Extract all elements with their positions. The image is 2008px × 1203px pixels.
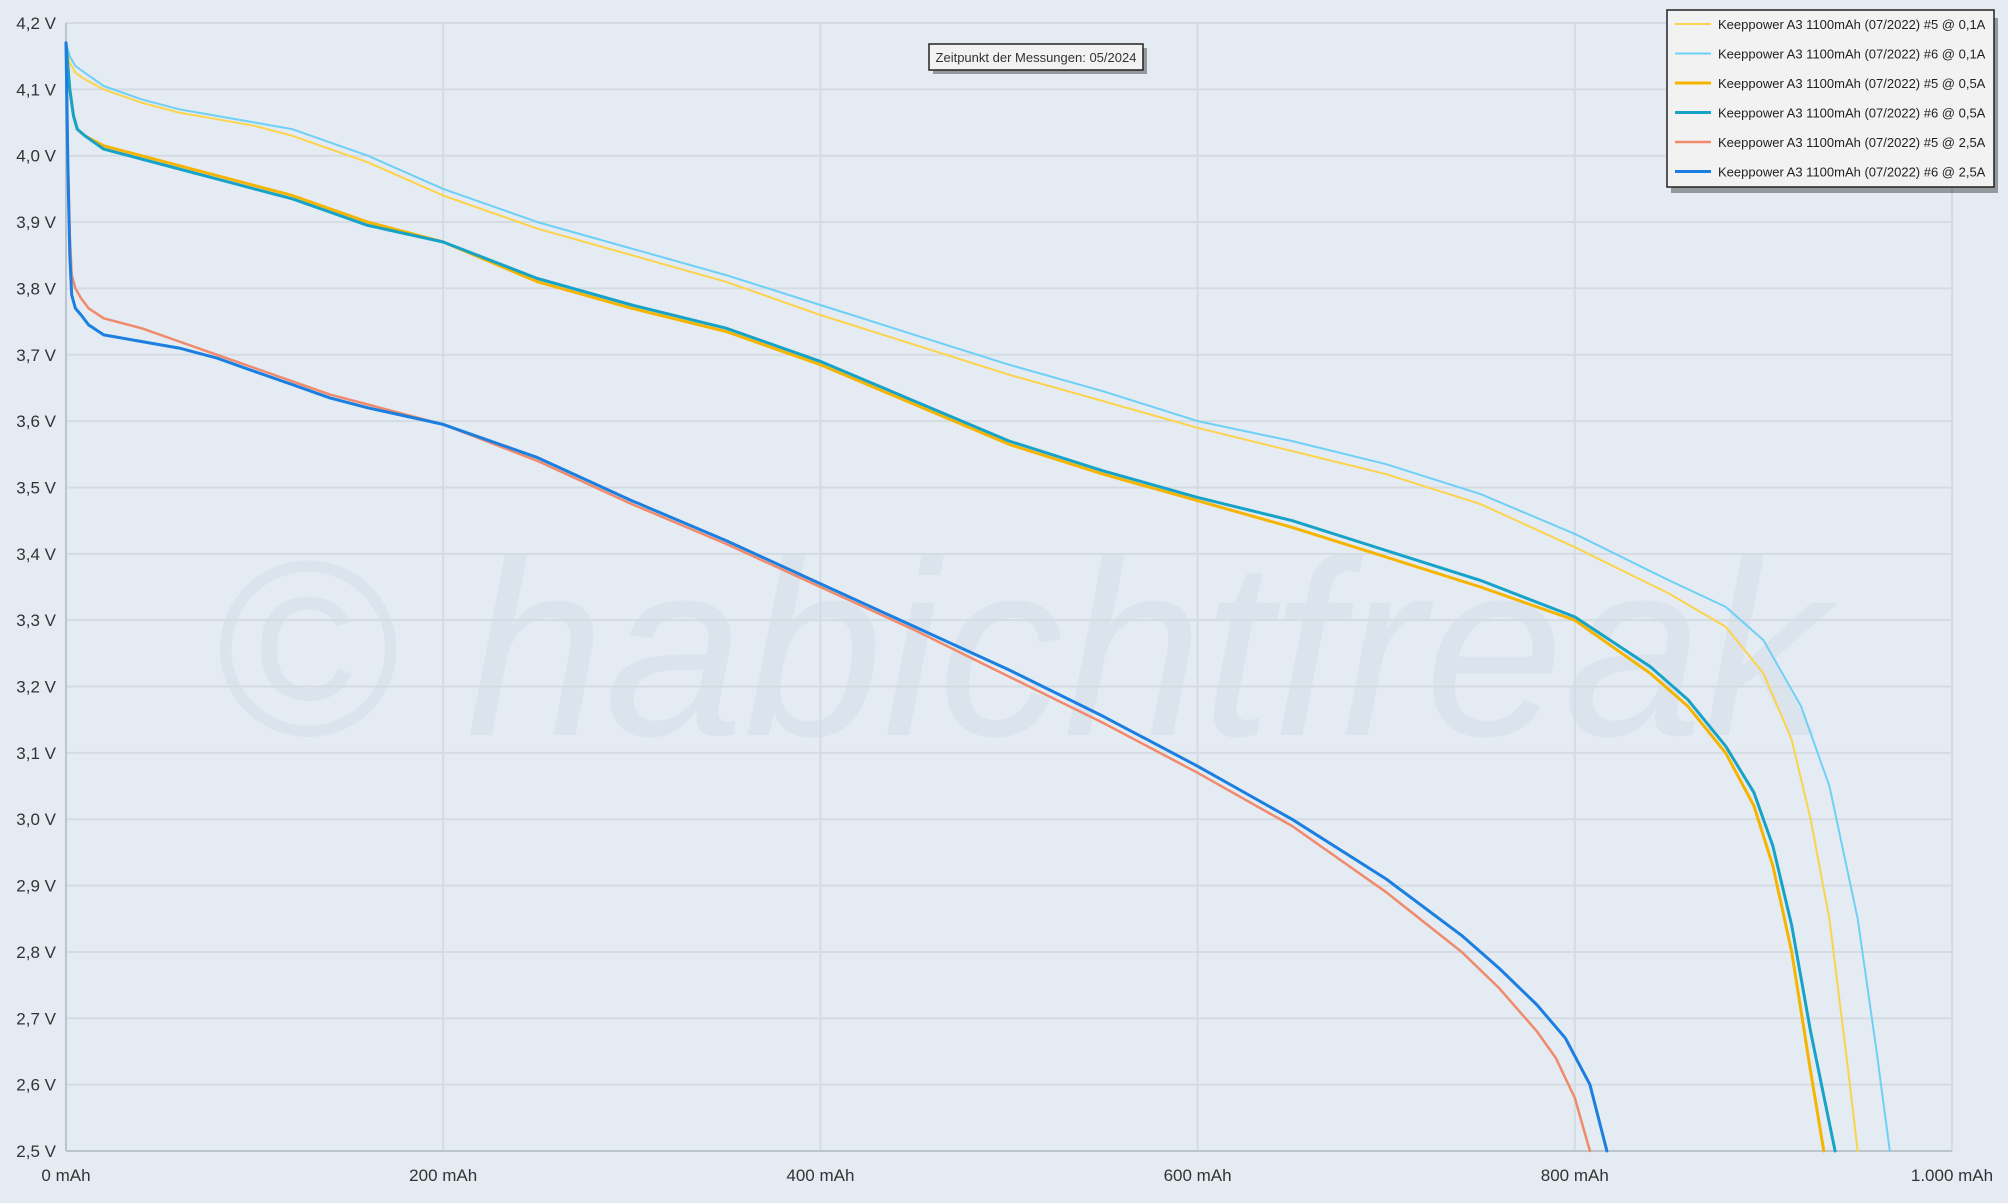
y-tick-label: 3,6 V xyxy=(16,412,56,431)
y-tick-label: 3,8 V xyxy=(16,279,56,298)
legend-box xyxy=(1666,9,1995,188)
y-tick-label: 4,1 V xyxy=(16,80,56,99)
y-tick-label: 3,4 V xyxy=(16,545,56,564)
y-tick-label: 2,9 V xyxy=(16,877,56,896)
legend-label: Keeppower A3 1100mAh (07/2022) #6 @ 2,5A xyxy=(1718,165,1986,180)
y-tick-label: 2,5 V xyxy=(16,1142,56,1161)
legend: Keeppower A3 1100mAh (07/2022) #5 @ 0,1A… xyxy=(1666,9,1998,193)
x-tick-label: 200 mAh xyxy=(409,1166,477,1185)
y-tick-label: 3,2 V xyxy=(16,678,56,697)
legend-label: Keeppower A3 1100mAh (07/2022) #5 @ 0,5A xyxy=(1718,76,1986,91)
y-tick-label: 3,5 V xyxy=(16,478,56,497)
legend-label: Keeppower A3 1100mAh (07/2022) #6 @ 0,1A xyxy=(1718,47,1986,62)
y-tick-label: 2,6 V xyxy=(16,1076,56,1095)
legend-label: Keeppower A3 1100mAh (07/2022) #5 @ 0,1A xyxy=(1718,17,1986,32)
x-tick-label: 800 mAh xyxy=(1541,1166,1609,1185)
y-tick-label: 3,1 V xyxy=(16,744,56,763)
y-tick-label: 4,2 V xyxy=(16,14,56,33)
y-tick-label: 2,8 V xyxy=(16,943,56,962)
annotation-text: Zeitpunkt der Messungen: 05/2024 xyxy=(936,50,1137,65)
y-tick-label: 3,3 V xyxy=(16,611,56,630)
y-tick-label: 2,7 V xyxy=(16,1009,56,1028)
legend-label: Keeppower A3 1100mAh (07/2022) #5 @ 2,5A xyxy=(1718,135,1986,150)
chart-svg: © habichtfreak 2,5 V 2,6 V 2,7 V 2,8 V 2,9 V… xyxy=(0,0,2008,1198)
x-tick-label: 400 mAh xyxy=(786,1166,854,1185)
x-tick-label: 600 mAh xyxy=(1164,1166,1232,1185)
chart-container: © habichtfreak 2,5 V 2,6 V 2,7 V 2,8 V 2,9 V… xyxy=(0,0,2008,1198)
y-tick-label: 4,0 V xyxy=(16,147,56,166)
legend-label: Keeppower A3 1100mAh (07/2022) #6 @ 0,5A xyxy=(1718,106,1986,121)
watermark-text: © habichtfreak xyxy=(212,509,1839,788)
x-tick-label: 0 mAh xyxy=(41,1166,90,1185)
measurement-date-annotation: Zeitpunkt der Messungen: 05/2024 xyxy=(928,43,1147,74)
y-tick-label: 3,0 V xyxy=(16,810,56,829)
y-tick-label: 3,7 V xyxy=(16,346,56,365)
x-tick-label: 1.000 mAh xyxy=(1911,1166,1993,1185)
y-tick-label: 3,9 V xyxy=(16,213,56,232)
